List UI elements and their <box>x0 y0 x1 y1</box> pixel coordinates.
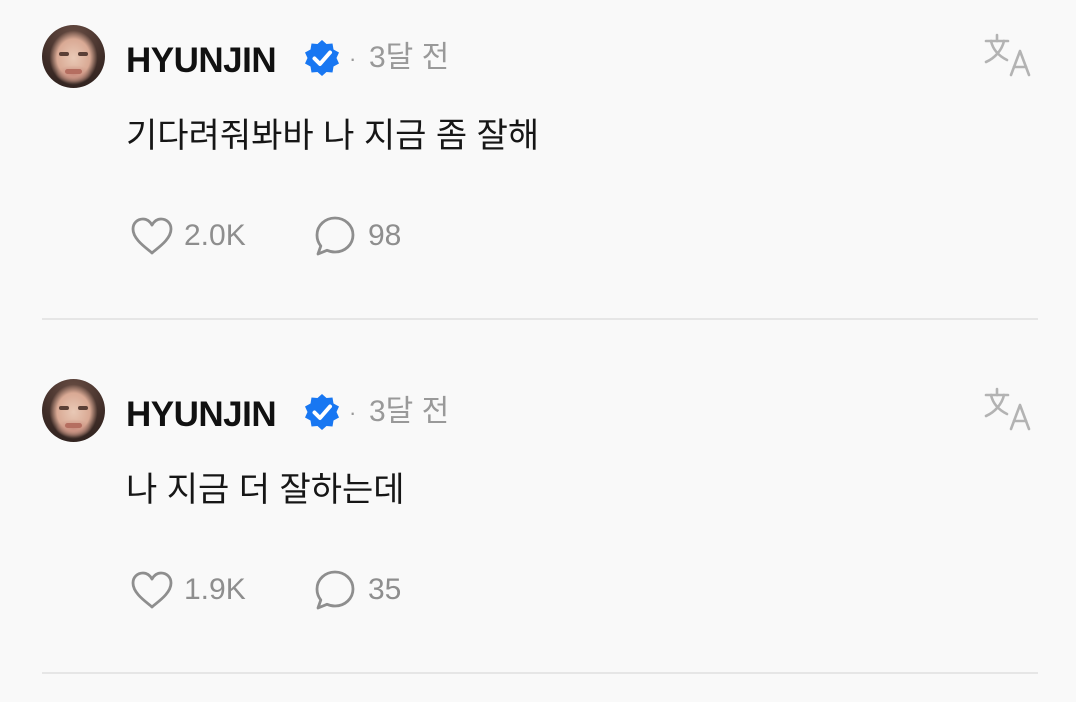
heart-icon[interactable] <box>130 570 174 610</box>
separator-dot: · <box>349 400 357 425</box>
like-count: 2.0K <box>184 219 246 252</box>
translate-icon[interactable] <box>983 386 1033 432</box>
comment-bubble-icon[interactable] <box>313 214 357 258</box>
username[interactable]: HYUNJIN <box>126 394 277 436</box>
like-count: 1.9K <box>184 573 246 606</box>
comment-count: 35 <box>368 573 402 606</box>
username[interactable]: HYUNJIN <box>126 40 277 82</box>
separator-dot: · <box>349 46 357 71</box>
verified-badge-icon <box>305 394 339 430</box>
post-time: 3달 전 <box>369 41 450 74</box>
translate-icon[interactable] <box>983 32 1033 78</box>
post-divider <box>42 318 1038 320</box>
post-text: 기다려줘봐바 나 지금 좀 잘해 <box>126 117 540 155</box>
post: HYUNJIN · 3달 전 기다려줘봐바 나 지금 좀 잘해 2.0K 98 <box>0 0 1076 320</box>
avatar[interactable] <box>42 379 105 442</box>
avatar[interactable] <box>42 25 105 88</box>
post-divider <box>42 672 1038 674</box>
post-text: 나 지금 더 잘하는데 <box>126 471 405 509</box>
post: HYUNJIN · 3달 전 나 지금 더 잘하는데 1.9K 35 <box>0 354 1076 674</box>
heart-icon[interactable] <box>130 216 174 256</box>
post-time: 3달 전 <box>369 395 450 428</box>
verified-badge-icon <box>305 40 339 76</box>
comment-count: 98 <box>368 219 402 252</box>
comment-bubble-icon[interactable] <box>313 568 357 612</box>
